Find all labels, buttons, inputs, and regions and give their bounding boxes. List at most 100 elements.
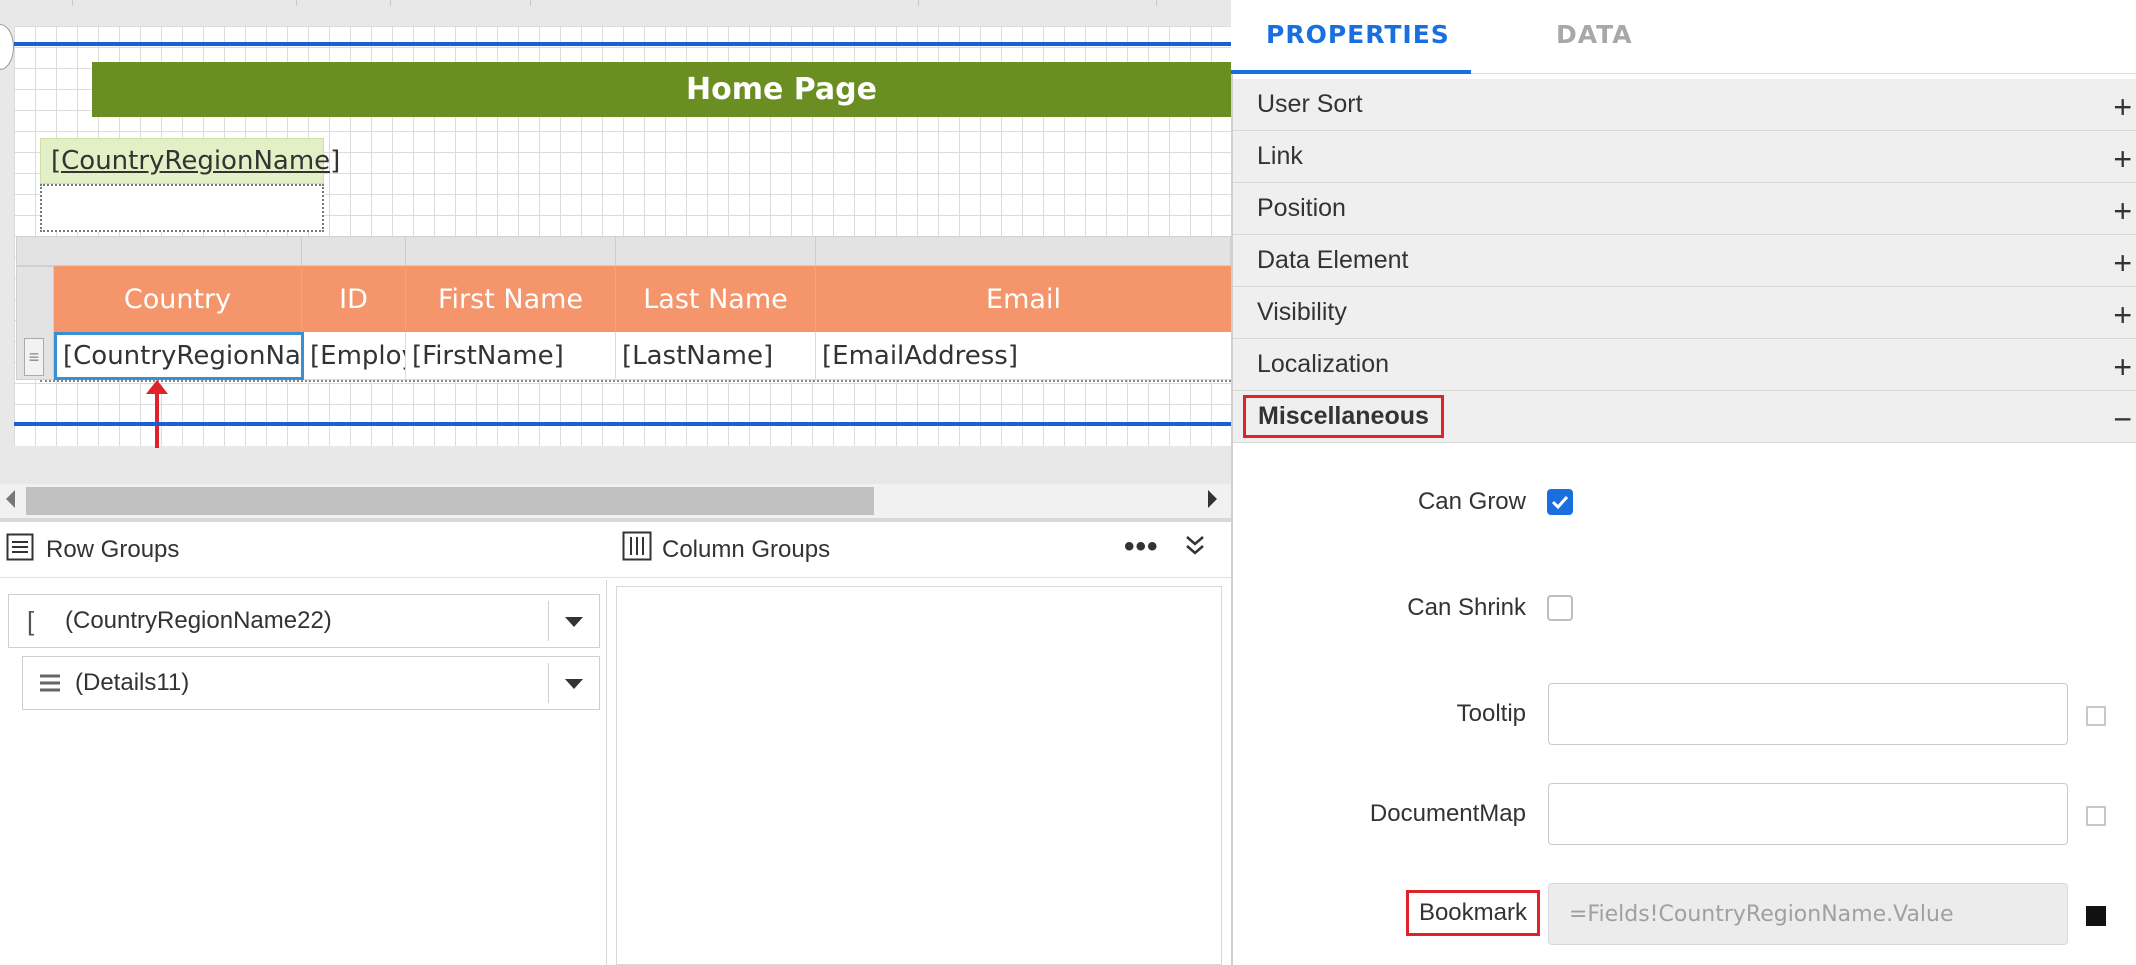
header-text: ID <box>339 283 368 315</box>
expand-icon[interactable]: + <box>2113 193 2132 230</box>
checkmark-icon <box>1551 495 1569 510</box>
row-boundary <box>40 380 1231 386</box>
ruler-tick <box>1156 0 1157 6</box>
section-label: Link <box>1257 142 1303 170</box>
row-groups-title: Row Groups <box>46 536 180 563</box>
header-cell-first-name[interactable]: First Name <box>406 266 616 332</box>
divider <box>548 601 549 641</box>
ruler-tick <box>530 0 531 6</box>
data-cell-country[interactable]: [CountryRegionNam <box>54 332 304 380</box>
cell-text: [FirstName] <box>412 340 564 371</box>
section-visibility[interactable]: Visibility + <box>1233 287 2136 339</box>
data-cell-last-name[interactable]: [LastName] <box>616 332 816 380</box>
ellipsis-icon[interactable]: ••• <box>1124 530 1159 564</box>
document-map-expression-icon[interactable] <box>2086 806 2106 826</box>
data-cell-id[interactable]: [Employ <box>304 332 406 380</box>
empty-textbox[interactable] <box>40 184 324 232</box>
ruler-tick <box>296 0 297 6</box>
scroll-left-icon[interactable] <box>6 490 15 508</box>
bookmark-expression-icon[interactable] <box>2086 906 2106 926</box>
expand-icon[interactable]: + <box>2113 141 2132 178</box>
document-map-input[interactable] <box>1548 783 2068 845</box>
header-cell-country[interactable]: Country <box>54 266 302 332</box>
tab-properties[interactable]: PROPERTIES <box>1266 20 1450 49</box>
banner-title: Home Page <box>685 72 877 107</box>
tooltip-expression-icon[interactable] <box>2086 706 2106 726</box>
divider <box>548 663 549 703</box>
can-grow-checkbox[interactable] <box>1547 489 1573 515</box>
section-localization[interactable]: Localization + <box>1233 339 2136 391</box>
cell-text: [EmailAddress] <box>822 340 1018 371</box>
red-arrow-annotation <box>146 380 168 448</box>
column-handle[interactable] <box>54 236 302 266</box>
bookmark-input[interactable]: =Fields!CountryRegionName.Value <box>1548 883 2068 945</box>
section-miscellaneous[interactable]: Miscellaneous − <box>1233 391 2136 443</box>
chevron-down-icon[interactable] <box>565 679 583 689</box>
section-link[interactable]: Link + <box>1233 131 2136 183</box>
section-label: Visibility <box>1257 298 1347 326</box>
row-group-label: (Details11) <box>75 669 190 696</box>
section-position[interactable]: Position + <box>1233 183 2136 235</box>
column-groups-icon <box>622 531 652 561</box>
collapse-icon[interactable]: − <box>2113 401 2132 438</box>
section-label: Miscellaneous <box>1243 395 1444 438</box>
double-chevron-down-icon[interactable] <box>1184 534 1206 558</box>
lines-icon <box>40 674 60 692</box>
ruler-tick <box>918 0 919 6</box>
section-label: Data Element <box>1257 246 1409 274</box>
scrollbar-thumb[interactable] <box>26 487 874 515</box>
column-handle[interactable] <box>406 236 616 266</box>
bookmark-value: =Fields!CountryRegionName.Value <box>1569 901 1954 927</box>
expand-icon[interactable]: + <box>2113 349 2132 386</box>
expand-icon[interactable]: + <box>2113 297 2132 334</box>
tab-data[interactable]: DATA <box>1556 20 1633 49</box>
row-groups-icon <box>6 533 34 561</box>
expand-icon[interactable]: + <box>2113 89 2132 126</box>
header-text: Email <box>986 283 1061 315</box>
chevron-down-icon[interactable] <box>565 617 583 627</box>
bracket-icon: [ <box>27 605 35 636</box>
country-region-textbox[interactable]: [CountryRegionName] <box>40 138 340 184</box>
cell-text: [Employ <box>310 340 405 371</box>
section-label: Position <box>1257 194 1346 222</box>
can-grow-label: Can Grow <box>1417 488 1526 515</box>
header-boundary-line <box>14 42 1231 46</box>
section-label: User Sort <box>1257 90 1363 118</box>
column-groups-list[interactable] <box>616 586 1222 965</box>
data-cell-email[interactable]: [EmailAddress] <box>816 332 1231 380</box>
ruler-tick <box>390 0 391 6</box>
header-cell-last-name[interactable]: Last Name <box>616 266 816 332</box>
document-map-label: DocumentMap <box>1369 800 1526 827</box>
row-group-item[interactable]: (Details11) <box>22 656 600 710</box>
header-text: First Name <box>437 283 584 315</box>
tooltip-label: Tooltip <box>1456 700 1526 727</box>
ruler-tick <box>72 0 73 6</box>
groups-header <box>0 522 1231 578</box>
footer-boundary-line <box>14 422 1231 426</box>
header-cell-email[interactable]: Email <box>816 266 1231 332</box>
section-data-element[interactable]: Data Element + <box>1233 235 2136 287</box>
country-region-text: [CountryRegionName] <box>51 146 341 176</box>
header-cell-id[interactable]: ID <box>302 266 406 332</box>
page-header-banner[interactable]: Home Page <box>92 62 1231 117</box>
bookmark-label-wrap: Bookmark <box>1404 890 1540 936</box>
cell-text: [CountryRegionNam <box>63 341 304 371</box>
tooltip-input[interactable] <box>1548 683 2068 745</box>
cell-text: [LastName] <box>622 340 774 371</box>
can-shrink-label: Can Shrink <box>1407 594 1526 621</box>
header-text: Last Name <box>643 283 788 315</box>
row-group-label: (CountryRegionName22) <box>65 607 332 634</box>
expand-icon[interactable]: + <box>2113 245 2132 282</box>
row-group-item[interactable]: [ (CountryRegionName22) <box>8 594 600 648</box>
data-cell-first-name[interactable]: [FirstName] <box>406 332 616 380</box>
drag-lines-icon[interactable]: ≡ <box>24 338 44 376</box>
active-tab-indicator <box>1231 70 1471 74</box>
section-user-sort[interactable]: User Sort + <box>1233 79 2136 131</box>
scroll-right-icon[interactable] <box>1208 490 1217 508</box>
section-label: Localization <box>1257 350 1390 378</box>
column-handle[interactable] <box>616 236 816 266</box>
column-handle[interactable] <box>302 236 406 266</box>
can-shrink-checkbox[interactable] <box>1547 595 1573 621</box>
bookmark-label: Bookmark <box>1405 890 1540 936</box>
column-groups-title: Column Groups <box>662 536 831 563</box>
